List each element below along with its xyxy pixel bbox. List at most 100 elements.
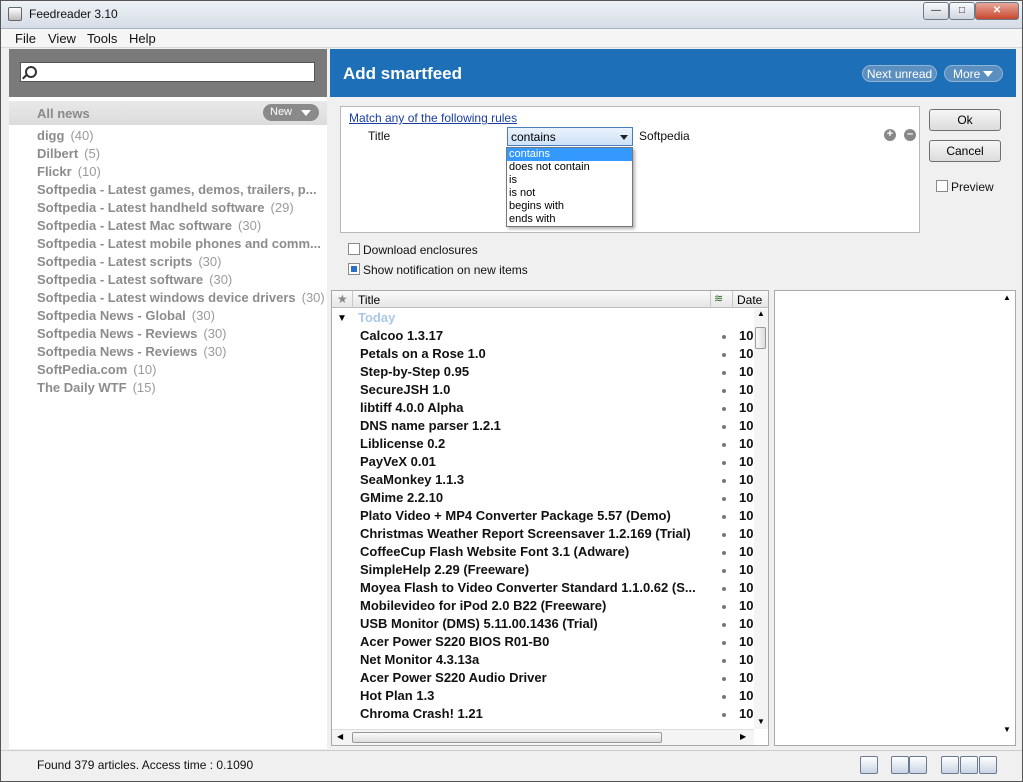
rss-icon[interactable]: ≋ [714, 292, 723, 305]
layout-left-icon[interactable] [941, 756, 959, 774]
next-unread-button[interactable]: Next unread [862, 65, 937, 82]
article-row[interactable]: Petals on a Rose 1.0 [360, 346, 705, 364]
download-enclosures-checkbox[interactable] [348, 243, 360, 255]
minimize-button[interactable]: — [923, 2, 949, 20]
article-row[interactable]: Net Monitor 4.3.13a [360, 652, 705, 670]
feed-item[interactable]: The Daily WTF (15) [37, 380, 327, 398]
article-row[interactable]: SimpleHelp 2.29 (Freeware) [360, 562, 705, 580]
font-alt-icon[interactable] [909, 756, 927, 774]
dropdown-option-ends-with[interactable]: ends with [507, 213, 632, 226]
article-row[interactable]: Acer Power S220 BIOS R01-B0 [360, 634, 705, 652]
feed-item[interactable]: Softpedia - Latest mobile phones and com… [37, 236, 327, 254]
article-row[interactable]: USB Monitor (DMS) 5.11.00.1436 (Trial) [360, 616, 705, 634]
cancel-button[interactable]: Cancel [929, 140, 1001, 162]
ok-button[interactable]: Ok [929, 109, 1001, 131]
feed-item[interactable]: digg (40) [37, 128, 327, 146]
scroll-thumb[interactable] [755, 327, 766, 349]
article-row[interactable]: SecureJSH 1.0 [360, 382, 705, 400]
unread-dot-icon [722, 587, 726, 591]
scroll-up-icon[interactable]: ▲ [757, 309, 765, 318]
article-row[interactable]: Step-by-Step 0.95 [360, 364, 705, 382]
dropdown-option-is-not[interactable]: is not [507, 187, 632, 200]
unread-dot-icon [722, 551, 726, 555]
plus-icon[interactable]: + [884, 129, 896, 141]
scroll-down-icon[interactable]: ▼ [1003, 725, 1011, 734]
article-row[interactable]: PayVeX 0.01 [360, 454, 705, 472]
feed-item[interactable]: Softpedia - Latest games, demos, trailer… [37, 182, 327, 200]
menu-view[interactable]: View [48, 31, 76, 46]
layout-columns-icon[interactable] [960, 756, 978, 774]
article-row[interactable]: DNS name parser 1.2.1 [360, 418, 705, 436]
close-button[interactable]: ✕ [975, 2, 1019, 20]
dropdown-option-does-not-contain[interactable]: does not contain [507, 161, 632, 174]
unread-dot-icon [722, 533, 726, 537]
article-row[interactable]: SeaMonkey 1.1.3 [360, 472, 705, 490]
feed-item[interactable]: Softpedia - Latest scripts (30) [37, 254, 327, 272]
rule-value-field[interactable]: Softpedia [639, 129, 690, 143]
star-icon[interactable]: ★ [337, 292, 348, 306]
column-title[interactable]: Title [358, 293, 380, 307]
column-divider[interactable] [352, 291, 353, 308]
feed-item[interactable]: Flickr (10) [37, 164, 327, 182]
font-icon[interactable] [891, 756, 909, 774]
match-rules-link[interactable]: Match any of the following rules [349, 111, 517, 125]
dropdown-option-is[interactable]: is [507, 174, 632, 187]
vertical-scrollbar[interactable]: ▲ ▼ [754, 309, 768, 729]
rule-field-label[interactable]: Title [368, 129, 390, 143]
maximize-button[interactable]: □ [949, 2, 975, 20]
article-row[interactable]: CoffeeCup Flash Website Font 3.1 (Adware… [360, 544, 705, 562]
dropdown-option-begins-with[interactable]: begins with [507, 200, 632, 213]
menu-tools[interactable]: Tools [87, 31, 117, 46]
article-row[interactable]: Chroma Crash! 1.21 [360, 706, 705, 724]
menu-help[interactable]: Help [129, 31, 156, 46]
unread-dot-icon [722, 389, 726, 393]
rule-operator-select[interactable]: contains [507, 127, 633, 146]
feed-item[interactable]: Softpedia News - Global (30) [37, 308, 327, 326]
unread-dot-icon [722, 569, 726, 573]
collapse-icon[interactable]: ▼ [337, 313, 347, 324]
rule-operator-value: contains [511, 130, 556, 144]
feed-item[interactable]: Softpedia News - Reviews (30) [37, 344, 327, 362]
window-title: Feedreader 3.10 [29, 7, 118, 21]
feed-item[interactable]: Dilbert (5) [37, 146, 327, 164]
feed-item[interactable]: Softpedia - Latest Mac software (30) [37, 218, 327, 236]
article-row[interactable]: Calcoo 1.3.17 [360, 328, 705, 346]
menu-file[interactable]: File [15, 31, 36, 46]
article-row[interactable]: Moyea Flash to Video Converter Standard … [360, 580, 705, 598]
article-row[interactable]: Hot Plan 1.3 [360, 688, 705, 706]
feed-item[interactable]: Softpedia News - Reviews (30) [37, 326, 327, 344]
new-button[interactable]: New [263, 104, 319, 121]
scroll-left-icon[interactable]: ◀ [337, 732, 343, 741]
dropdown-option-contains[interactable]: contains [507, 148, 632, 161]
article-row[interactable]: GMime 2.2.10 [360, 490, 705, 508]
h-scroll-thumb[interactable] [352, 732, 662, 743]
feed-item[interactable]: SoftPedia.com (10) [37, 362, 327, 380]
minus-icon[interactable]: – [904, 129, 916, 141]
layout-right-icon[interactable] [979, 756, 997, 774]
article-row[interactable]: Liblicense 0.2 [360, 436, 705, 454]
refresh-icon[interactable] [860, 756, 878, 774]
column-date[interactable]: Date [737, 293, 762, 307]
horizontal-scrollbar[interactable]: ◀ ▶ [332, 729, 754, 745]
preview-checkbox[interactable] [936, 180, 948, 192]
more-button[interactable]: More [944, 65, 1003, 82]
show-notification-checkbox[interactable] [348, 263, 360, 275]
article-row[interactable]: libtiff 4.0.0 Alpha [360, 400, 705, 418]
title-bar[interactable]: Feedreader 3.10 — □ ✕ [1, 1, 1022, 29]
scroll-up-icon[interactable]: ▲ [1003, 293, 1011, 302]
article-row[interactable]: Christmas Weather Report Screensaver 1.2… [360, 526, 705, 544]
group-today[interactable]: Today [358, 310, 395, 325]
unread-dot-icon [722, 677, 726, 681]
column-divider[interactable] [710, 291, 711, 308]
column-divider[interactable] [732, 291, 733, 308]
feed-item[interactable]: Softpedia - Latest windows device driver… [37, 290, 327, 308]
article-row[interactable]: Plato Video + MP4 Converter Package 5.57… [360, 508, 705, 526]
article-row[interactable]: Mobilevideo for iPod 2.0 B22 (Freeware) [360, 598, 705, 616]
feed-item[interactable]: Softpedia - Latest handheld software (29) [37, 200, 327, 218]
feed-item[interactable]: Softpedia - Latest software (30) [37, 272, 327, 290]
scroll-right-icon[interactable]: ▶ [740, 732, 746, 741]
all-news-header[interactable]: All news New [9, 101, 327, 125]
search-input[interactable] [20, 62, 315, 82]
scroll-down-icon[interactable]: ▼ [757, 717, 765, 726]
article-row[interactable]: Acer Power S220 Audio Driver [360, 670, 705, 688]
